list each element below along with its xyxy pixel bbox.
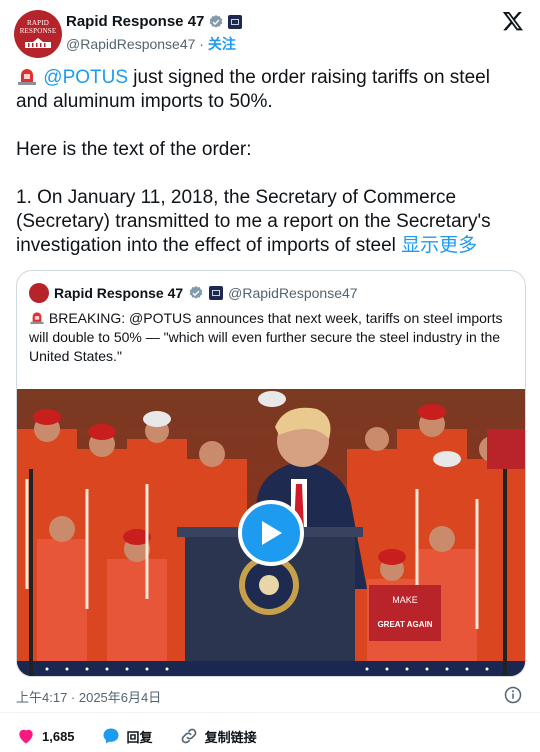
quoted-author-name: Rapid Response 47 [54, 285, 184, 301]
divider [0, 712, 540, 713]
avatar[interactable]: RAPID RESPONSE [14, 10, 62, 58]
copy-link-button[interactable]: 复制链接 [179, 726, 257, 746]
quoted-text-body: BREAKING: @POTUS announces that next wee… [29, 310, 503, 364]
verified-gray-icon [189, 286, 203, 299]
siren-emoji-icon [30, 312, 44, 325]
copy-link-label: 复制链接 [204, 729, 257, 745]
play-icon [262, 521, 282, 545]
author-handle[interactable]: @RapidResponse47 [66, 36, 195, 52]
heart-icon [19, 729, 33, 744]
quoted-author-handle: @RapidResponse47 [228, 285, 358, 301]
sign-text-make: MAKE [392, 595, 418, 605]
government-badge-icon [209, 286, 224, 300]
link-icon [181, 728, 196, 744]
play-button[interactable] [238, 500, 304, 566]
quoted-tweet-card[interactable]: Rapid Response 47 @RapidResponse47 BREAK… [16, 270, 526, 677]
quoted-tweet-text: BREAKING: @POTUS announces that next wee… [29, 309, 513, 366]
tweet-body: @POTUS just signed the order raising tar… [16, 66, 526, 258]
siren-emoji-icon [18, 69, 36, 85]
tweet-header: RAPID RESPONSE Rapid Response 47 @RapidR… [14, 8, 526, 58]
reply-label: 回复 [126, 729, 153, 745]
video-player[interactable]: MAKE GREAT AGAIN [17, 389, 525, 676]
separator-dot: · [199, 36, 204, 52]
info-icon[interactable] [504, 686, 522, 704]
tweet-para2: Here is the text of the order: [16, 139, 252, 160]
action-bar: 1,685 回复 复制链接 [16, 726, 283, 746]
government-badge-icon [228, 14, 243, 29]
white-house-icon [25, 38, 51, 48]
verified-gray-icon [210, 14, 223, 28]
avatar-text-line1: RAPID [26, 19, 49, 27]
avatar-text-line2: RESPONSE [19, 27, 57, 35]
tweet-timestamp[interactable]: 上午4:17 · 2025年6月4日 [16, 687, 161, 706]
quoted-avatar [29, 283, 49, 303]
author-name[interactable]: Rapid Response 47 [66, 13, 204, 30]
reply-bubble-icon [103, 728, 119, 744]
show-more-link[interactable]: 显示更多 [401, 235, 477, 256]
like-button[interactable]: 1,685 [16, 726, 75, 746]
follow-button[interactable]: 关注 [208, 36, 236, 52]
sign-text-great: GREAT AGAIN [377, 620, 432, 629]
reply-button[interactable]: 回复 [101, 726, 153, 746]
x-logo-icon[interactable] [502, 10, 524, 32]
mention-potus-link[interactable]: @POTUS [43, 67, 128, 88]
like-count: 1,685 [42, 728, 75, 744]
